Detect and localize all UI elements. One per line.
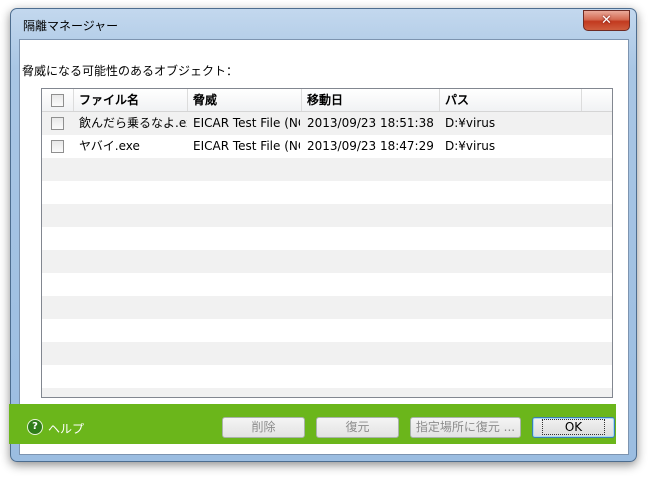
row-moved-date: 2013/09/23 18:47:29: [307, 139, 434, 153]
row-moved-date: 2013/09/23 18:51:38: [307, 116, 434, 130]
objects-prompt-label: 脅威になる可能性のあるオブジェクト：: [22, 64, 239, 78]
empty-row: [42, 342, 612, 365]
restore-button[interactable]: 復元: [316, 417, 399, 438]
empty-row: [42, 296, 612, 319]
select-all-checkbox[interactable]: [51, 94, 64, 107]
empty-row: [42, 181, 612, 204]
empty-row: [42, 365, 612, 388]
quarantine-list[interactable]: ファイル名 脅威 移動日 パス 飲んだら乗るなよ.exe EICAR Test …: [41, 88, 613, 398]
empty-row: [42, 250, 612, 273]
empty-row: [42, 319, 612, 342]
table-row[interactable]: 飲んだら乗るなよ.exe EICAR Test File (NOT a Viru…: [42, 112, 612, 135]
column-header-moved-date[interactable]: 移動日: [302, 89, 440, 111]
empty-row: [42, 204, 612, 227]
row-threat: EICAR Test File (NOT a Virus!): [193, 139, 300, 153]
delete-button[interactable]: 削除: [222, 417, 305, 438]
column-header-path[interactable]: パス: [440, 89, 582, 111]
table-row[interactable]: ヤバイ.exe EICAR Test File (NOT a Virus!) 2…: [42, 135, 612, 158]
empty-row: [42, 388, 612, 397]
window-title: 隔離マネージャー: [23, 19, 119, 33]
footer-bar: [9, 404, 616, 444]
close-button[interactable]: ✕: [583, 10, 630, 31]
row-checkbox[interactable]: [51, 117, 64, 130]
empty-row: [42, 227, 612, 250]
help-link[interactable]: ヘルプ: [48, 420, 84, 437]
restore-to-location-button[interactable]: 指定場所に復元 ...: [410, 417, 521, 438]
empty-row: [42, 273, 612, 296]
column-header-filename[interactable]: ファイル名: [74, 89, 188, 111]
close-icon: ✕: [601, 13, 612, 28]
row-filename: ヤバイ.exe: [79, 139, 140, 153]
ok-button-label: OK: [541, 419, 606, 435]
list-header: ファイル名 脅威 移動日 パス: [42, 89, 612, 112]
select-all-column: [42, 89, 74, 111]
row-path: D:¥virus: [445, 116, 496, 130]
list-rows: 飲んだら乗るなよ.exe EICAR Test File (NOT a Viru…: [42, 112, 612, 397]
help-icon[interactable]: ?: [27, 419, 43, 435]
empty-row: [42, 158, 612, 181]
row-filename: 飲んだら乗るなよ.exe: [79, 116, 187, 130]
column-header-threat[interactable]: 脅威: [188, 89, 302, 111]
row-path: D:¥virus: [445, 139, 496, 153]
row-checkbox[interactable]: [51, 140, 64, 153]
row-threat: EICAR Test File (NOT a Virus!): [193, 116, 300, 130]
title-bar[interactable]: 隔離マネージャー ✕: [11, 9, 636, 39]
ok-button[interactable]: OK: [532, 417, 615, 438]
